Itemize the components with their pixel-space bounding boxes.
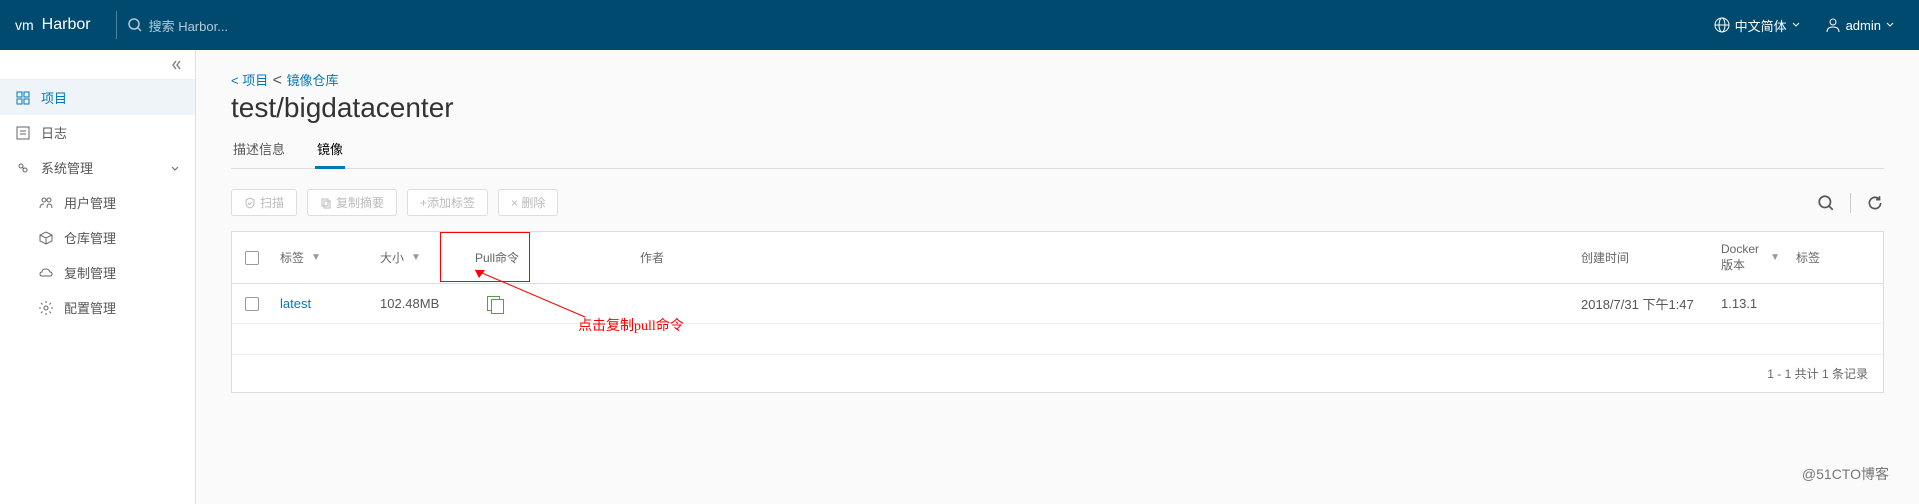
- cell-author: [632, 294, 1573, 314]
- chevron-down-icon: [1792, 21, 1800, 29]
- sidebar-item-users[interactable]: 用户管理: [0, 185, 195, 220]
- tab-info[interactable]: 描述信息: [231, 139, 287, 168]
- breadcrumb-back[interactable]: < 项目: [231, 73, 268, 88]
- filter-icon: ▼: [1770, 252, 1780, 263]
- language-selector[interactable]: 中文简体: [1714, 16, 1800, 35]
- col-labels[interactable]: 标签: [1788, 239, 1883, 276]
- system-icon: [15, 160, 31, 176]
- copy-icon: [320, 197, 332, 209]
- chevron-double-left-icon: [169, 58, 183, 72]
- cloud-icon: [38, 265, 54, 281]
- tab-images[interactable]: 镜像: [315, 139, 345, 169]
- table-row: latest 102.48MB 2018/7/31 下午1:47 1.13.1: [232, 284, 1883, 324]
- sidebar-item-label: 日志: [41, 123, 67, 142]
- sidebar-item-logs[interactable]: 日志: [0, 115, 195, 150]
- col-created[interactable]: 创建时间: [1573, 239, 1713, 276]
- user-icon: [1825, 17, 1841, 33]
- search-box[interactable]: 搜索 Harbor...: [127, 16, 228, 35]
- toolbar-divider: [1850, 193, 1851, 213]
- header-right: 中文简体 admin: [1714, 16, 1919, 35]
- search-icon: [127, 17, 143, 33]
- chevron-down-icon: [1886, 21, 1894, 29]
- sidebar-item-label: 配置管理: [64, 298, 116, 317]
- cell-size: 102.48MB: [372, 286, 467, 321]
- grid-header: 标签▼ 大小▼ Pull命令 作者 创建时间 Docker版本▼ 标签: [232, 232, 1883, 284]
- chevron-down-icon: [170, 163, 180, 173]
- filter-icon: ▼: [411, 252, 421, 263]
- filter-icon: ▼: [311, 252, 321, 263]
- shield-check-icon: [244, 197, 256, 209]
- copy-pull-command-icon[interactable]: [487, 296, 503, 312]
- gear-icon: [38, 300, 54, 316]
- watermark: @51CTO博客: [1802, 464, 1889, 484]
- header-divider: [116, 11, 117, 39]
- user-label: admin: [1846, 18, 1881, 33]
- logo[interactable]: vm Harbor: [0, 16, 106, 34]
- logo-prefix: vm: [15, 17, 34, 33]
- refresh-icon[interactable]: [1866, 194, 1884, 212]
- top-header: vm Harbor 搜索 Harbor... 中文简体 admin: [0, 0, 1919, 50]
- sidebar-item-label: 复制管理: [64, 263, 116, 282]
- col-docker[interactable]: Docker版本▼: [1713, 232, 1788, 283]
- col-size[interactable]: 大小▼: [372, 239, 467, 276]
- delete-button[interactable]: × 删除: [498, 189, 558, 216]
- cell-docker: 1.13.1: [1713, 286, 1788, 321]
- grid-footer: 1 - 1 共计 1 条记录: [232, 354, 1883, 392]
- search-placeholder: 搜索 Harbor...: [149, 16, 228, 35]
- sidebar-item-label: 系统管理: [41, 158, 93, 177]
- logo-name: Harbor: [42, 16, 91, 34]
- user-menu[interactable]: admin: [1825, 17, 1894, 33]
- sidebar-item-system[interactable]: 系统管理: [0, 150, 195, 185]
- sidebar-item-projects[interactable]: 项目: [0, 80, 195, 115]
- sidebar-item-label: 用户管理: [64, 193, 116, 212]
- annotation-text: 点击复制pull命令: [578, 315, 684, 335]
- data-grid: 标签▼ 大小▼ Pull命令 作者 创建时间 Docker版本▼ 标签 late…: [231, 231, 1884, 393]
- breadcrumb: < 项目 < 镜像仓库: [231, 70, 1884, 90]
- search-icon[interactable]: [1817, 194, 1835, 212]
- cell-labels: [1788, 294, 1883, 314]
- sidebar-item-repos[interactable]: 仓库管理: [0, 220, 195, 255]
- tag-link[interactable]: latest: [280, 296, 311, 311]
- sidebar-item-config[interactable]: 配置管理: [0, 290, 195, 325]
- row-checkbox[interactable]: [245, 297, 259, 311]
- add-label-button[interactable]: +添加标签: [407, 189, 488, 216]
- col-pull[interactable]: Pull命令: [467, 239, 632, 276]
- sidebar-item-label: 项目: [41, 88, 67, 107]
- users-icon: [38, 195, 54, 211]
- breadcrumb-current[interactable]: 镜像仓库: [286, 73, 338, 88]
- select-all-checkbox[interactable]: [245, 251, 259, 265]
- col-tag[interactable]: 标签▼: [272, 239, 372, 276]
- tabs: 描述信息 镜像: [231, 139, 1884, 169]
- sidebar-item-replication[interactable]: 复制管理: [0, 255, 195, 290]
- page-title: test/bigdatacenter: [231, 92, 1884, 124]
- cell-created: 2018/7/31 下午1:47: [1573, 284, 1713, 323]
- col-author[interactable]: 作者: [632, 239, 1573, 276]
- cube-icon: [38, 230, 54, 246]
- main-content: < 项目 < 镜像仓库 test/bigdatacenter 描述信息 镜像 扫…: [196, 50, 1919, 504]
- globe-icon: [1714, 17, 1730, 33]
- scan-button[interactable]: 扫描: [231, 189, 297, 216]
- sidebar-item-label: 仓库管理: [64, 228, 116, 247]
- copy-summary-button[interactable]: 复制摘要: [307, 189, 397, 216]
- logs-icon: [15, 125, 31, 141]
- projects-icon: [15, 90, 31, 106]
- sidebar-collapse-button[interactable]: [0, 50, 195, 80]
- breadcrumb-separator: <: [273, 72, 287, 89]
- language-label: 中文简体: [1735, 16, 1787, 35]
- toolbar: 扫描 复制摘要 +添加标签 × 删除: [231, 189, 1884, 216]
- sidebar: 项目 日志 系统管理 用户管理 仓库管理 复制管理 配置管理: [0, 50, 196, 504]
